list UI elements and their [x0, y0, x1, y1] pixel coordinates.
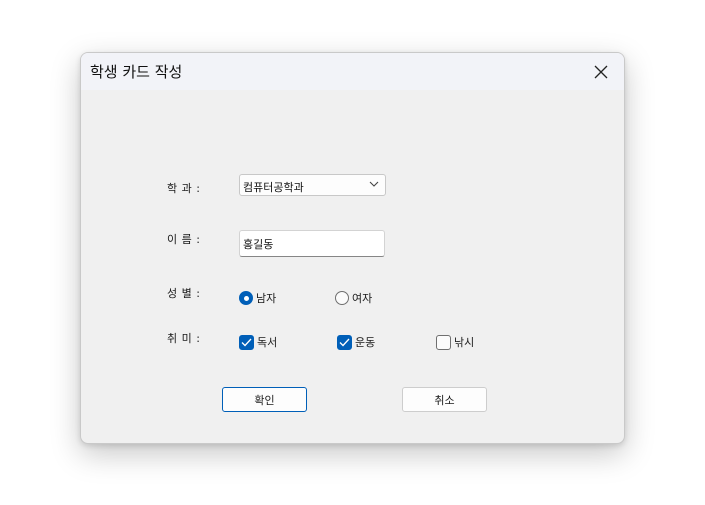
hobby-checkbox-reading[interactable]: 독서 — [239, 334, 277, 350]
hobby-reading-label: 독서 — [257, 336, 278, 349]
radio-unchecked-icon — [335, 291, 349, 305]
department-label: 학 과 : — [167, 182, 201, 195]
radio-checked-icon — [239, 291, 253, 305]
hobby-fishing-label: 낚시 — [454, 336, 475, 349]
close-button[interactable] — [578, 53, 624, 90]
hobby-checkbox-exercise[interactable]: 운동 — [337, 334, 375, 350]
gender-radio-male[interactable]: 남자 — [239, 290, 276, 306]
gender-label: 성 별 : — [167, 287, 201, 300]
hobby-checkbox-fishing[interactable]: 낚시 — [436, 334, 474, 350]
department-combobox[interactable]: 컴퓨터공학과 — [239, 174, 386, 196]
checkmark-icon — [337, 334, 352, 350]
name-value: 홍길동 — [243, 238, 274, 251]
window-title: 학생 카드 작성 — [90, 63, 183, 81]
checkmark-icon — [239, 334, 254, 350]
title-bar: 학생 카드 작성 — [81, 53, 624, 90]
checkbox-unchecked-icon — [436, 334, 451, 350]
gender-radio-female-label: 여자 — [352, 292, 373, 305]
cancel-button[interactable]: 취소 — [402, 387, 487, 412]
chevron-down-icon — [369, 181, 379, 187]
student-card-dialog: 학생 카드 작성 학 과 : 컴퓨터공학과 이 름 : 홍길동 성 별 : 남자… — [80, 52, 625, 444]
gender-radio-male-label: 남자 — [256, 292, 277, 305]
ok-button[interactable]: 확인 — [222, 387, 307, 412]
hobby-label: 취 미 : — [167, 332, 201, 345]
name-input[interactable]: 홍길동 — [239, 230, 385, 257]
name-label: 이 름 : — [167, 233, 201, 246]
close-icon — [594, 65, 608, 78]
department-value: 컴퓨터공학과 — [243, 181, 304, 194]
hobby-exercise-label: 운동 — [355, 336, 376, 349]
gender-radio-female[interactable]: 여자 — [335, 290, 372, 306]
